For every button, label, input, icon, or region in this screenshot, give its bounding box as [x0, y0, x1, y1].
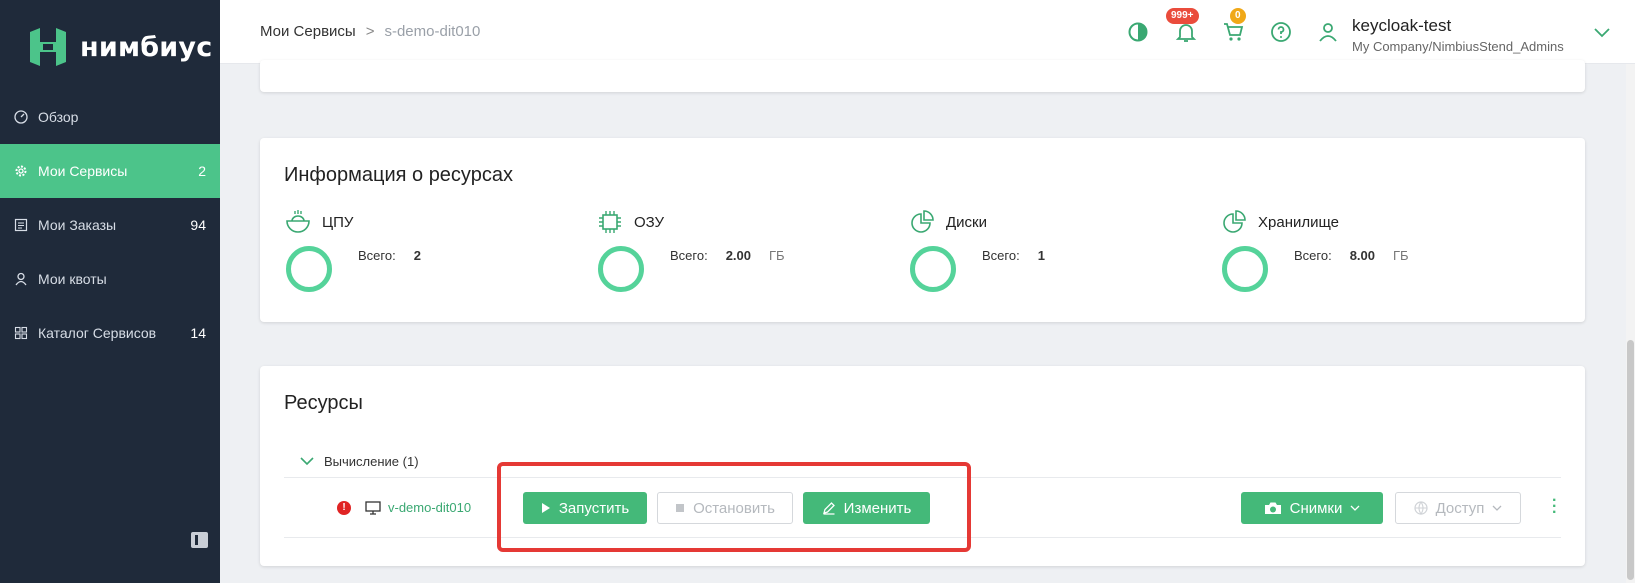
metric-label: Хранилище	[1258, 213, 1339, 231]
chip-icon	[599, 211, 621, 233]
snapshots-dropdown-button[interactable]: Снимки	[1241, 492, 1383, 524]
metric-total-value: 8.00	[1349, 248, 1376, 263]
vm-name-link[interactable]: v-demo-dit010	[388, 500, 471, 515]
brand-name: нимбиус	[80, 31, 213, 63]
previous-card	[260, 60, 1585, 92]
sidebar-item-my-orders[interactable]: Мои Заказы 94	[0, 198, 220, 252]
sidebar-item-count: 2	[198, 163, 206, 179]
metric-label: ОЗУ	[634, 213, 665, 231]
sidebar-item-count: 14	[190, 325, 206, 341]
sidebar-item-my-services[interactable]: Мои Сервисы 2	[0, 144, 220, 198]
sidebar-item-my-quotas[interactable]: Мои квоты	[0, 252, 220, 306]
breadcrumb-root-link[interactable]: Мои Сервисы	[260, 23, 356, 40]
user-icon	[14, 272, 28, 286]
access-dropdown-button[interactable]: Доступ	[1395, 492, 1521, 524]
metric-total-value: 1	[1037, 248, 1045, 263]
compute-group-label: Вычисление (1)	[324, 454, 419, 469]
metric-total-label: Всего:	[982, 248, 1020, 263]
metric-total-value: 2	[413, 248, 421, 263]
chevron-down-icon	[1350, 505, 1360, 511]
sidebar-item-label: Мои квоты	[38, 271, 107, 287]
more-actions-icon[interactable]: · · ·	[1552, 493, 1557, 521]
pie-icon	[1223, 210, 1246, 233]
sidebar: нимбиус Обзор Мои Сервисы 2 Мои Заказы 9…	[0, 0, 220, 583]
user-name: keycloak-test	[1352, 16, 1452, 35]
cpu-bowl-icon	[286, 210, 310, 233]
sidebar-item-label: Каталог Сервисов	[38, 325, 157, 341]
resource-info-card: Информация о ресурсах ЦПУ Всего: 2 ОЗУ Вс…	[260, 138, 1585, 322]
sidebar-item-label: Мои Сервисы	[38, 163, 128, 179]
metric-unit: ГБ	[1393, 248, 1409, 263]
gear-icon	[14, 164, 28, 178]
theme-toggle-icon[interactable]	[1126, 20, 1150, 44]
sidebar-item-catalog[interactable]: Каталог Сервисов 14	[0, 306, 220, 360]
pie-icon	[911, 210, 934, 233]
sidebar-item-overview[interactable]: Обзор	[0, 90, 220, 144]
error-status-icon: !	[337, 501, 351, 515]
chevron-down-icon	[1492, 505, 1502, 511]
user-avatar-icon[interactable]	[1316, 20, 1340, 44]
sidebar-item-label: Мои Заказы	[38, 217, 117, 233]
sidebar-collapse-button[interactable]	[191, 532, 208, 548]
list-icon	[14, 218, 28, 232]
metric-ring	[910, 246, 956, 292]
breadcrumb: Мои Сервисы > s-demo-dit010	[260, 23, 480, 40]
metric-label: ЦПУ	[322, 213, 354, 231]
snapshots-button-label: Снимки	[1289, 499, 1343, 517]
sidebar-nav: Обзор Мои Сервисы 2 Мои Заказы 94 Мои кв…	[0, 90, 220, 360]
grid-icon	[14, 326, 28, 340]
page-scrollbar[interactable]	[1626, 64, 1635, 583]
metric-ring	[286, 246, 332, 292]
resource-info-title: Информация о ресурсах	[284, 164, 513, 186]
camera-icon	[1264, 502, 1281, 514]
breadcrumb-separator: >	[365, 23, 375, 40]
metric-total-label: Всего:	[670, 248, 708, 263]
help-icon[interactable]	[1269, 20, 1293, 44]
gauge-icon	[14, 110, 28, 124]
sidebar-item-count: 94	[190, 217, 206, 233]
top-header: Мои Сервисы > s-demo-dit010 999+ 0 keycl…	[220, 0, 1635, 64]
metric-cpu: ЦПУ Всего: 2	[284, 208, 604, 308]
user-menu[interactable]: keycloak-test My Company/NimbiusStend_Ad…	[1352, 16, 1564, 54]
metric-ring	[598, 246, 644, 292]
scrollbar-thumb[interactable]	[1627, 340, 1634, 580]
metric-total-label: Всего:	[1294, 248, 1332, 263]
chevron-down-icon[interactable]	[1590, 20, 1614, 44]
metric-total-label: Всего:	[358, 248, 396, 263]
globe-icon	[1413, 501, 1428, 515]
breadcrumb-current: s-demo-dit010	[384, 23, 481, 40]
metric-ram: ОЗУ Всего: 2.00 ГБ	[596, 208, 916, 308]
logo-mark-icon	[30, 28, 66, 66]
cart-icon[interactable]: 0	[1222, 8, 1246, 44]
sidebar-item-label: Обзор	[38, 109, 79, 125]
metric-total-value: 2.00	[725, 248, 752, 263]
access-button-label: Доступ	[1435, 499, 1485, 517]
metric-label: Диски	[946, 213, 987, 231]
cart-badge: 0	[1230, 8, 1246, 24]
logo[interactable]: нимбиус	[26, 26, 212, 68]
annotation-highlight-box	[497, 462, 971, 552]
metric-ring	[1222, 246, 1268, 292]
chevron-down-icon[interactable]	[284, 454, 324, 469]
resources-title: Ресурсы	[284, 392, 363, 414]
notifications-badge: 999+	[1166, 8, 1199, 24]
user-org: My Company/NimbiusStend_Admins	[1352, 39, 1564, 54]
monitor-icon	[365, 501, 381, 515]
metric-storage: Хранилище Всего: 8.00 ГБ	[1220, 208, 1540, 308]
metric-unit: ГБ	[769, 248, 785, 263]
metric-disks: Диски Всего: 1	[908, 208, 1228, 308]
notifications-bell-icon[interactable]: 999+	[1166, 8, 1199, 44]
